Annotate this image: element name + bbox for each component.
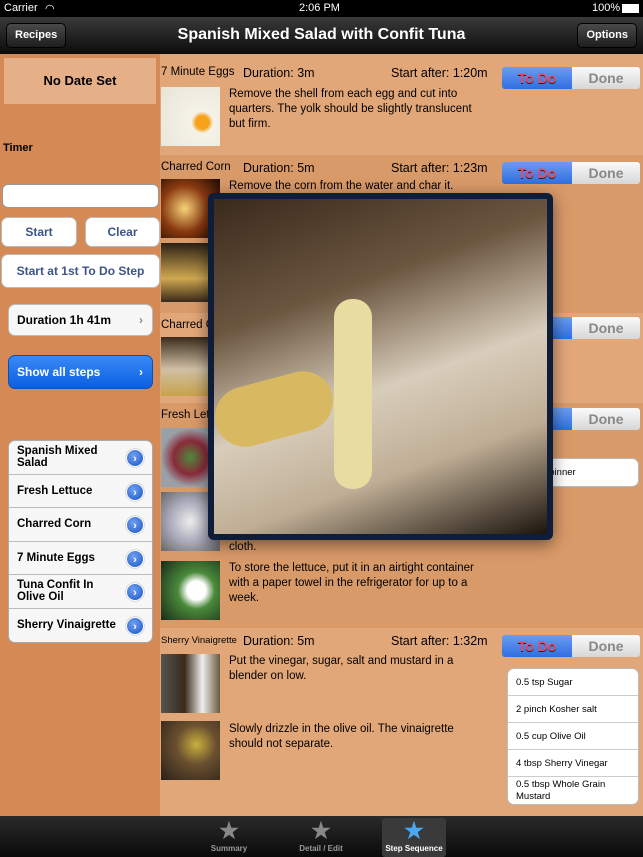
page-title: Spanish Mixed Salad with Confit Tuna bbox=[177, 26, 466, 43]
done-segment[interactable]: Done bbox=[572, 408, 640, 430]
chevron-right-icon: › bbox=[139, 365, 143, 379]
tab-label: Step Sequence bbox=[385, 844, 443, 853]
step-duration: Duration: 5m bbox=[243, 634, 315, 648]
step-text: Put the vinegar, sugar, salt and mustard… bbox=[229, 655, 454, 682]
recipe-item[interactable]: Charred Corn › bbox=[9, 508, 152, 542]
clear-button[interactable]: Clear bbox=[85, 217, 160, 247]
timer-input[interactable] bbox=[2, 184, 159, 208]
chevron-right-icon: › bbox=[139, 313, 143, 327]
show-all-steps-button[interactable]: Show all steps › bbox=[8, 355, 153, 389]
step-duration: Duration: 5m bbox=[243, 161, 315, 175]
step-text: To store the lettuce, put it in an airti… bbox=[229, 562, 474, 604]
battery-icon bbox=[622, 4, 639, 13]
recipe-item[interactable]: Fresh Lettuce › bbox=[9, 475, 152, 508]
recipe-item[interactable]: Spanish Mixed Salad › bbox=[9, 441, 152, 475]
status-toggle[interactable]: To Do Done bbox=[502, 635, 640, 657]
tab-summary[interactable]: ★ Summary bbox=[197, 818, 261, 857]
step-duration: Duration: 3m bbox=[243, 66, 315, 80]
step-text: Remove the corn from the water and char … bbox=[229, 180, 454, 192]
step-text: Remove the shell from each egg and cut i… bbox=[229, 88, 472, 130]
ingredient-item: 2 pinch Kosher salt bbox=[508, 696, 638, 723]
duration-label: Duration 1h 41m bbox=[17, 313, 112, 327]
ingredient-list: 0.5 tsp Sugar 2 pinch Kosher salt 0.5 cu… bbox=[507, 668, 639, 805]
timer-label: Timer bbox=[3, 142, 33, 154]
star-icon: ★ bbox=[404, 818, 424, 843]
step-photo[interactable] bbox=[161, 87, 220, 146]
corn-shape bbox=[334, 299, 372, 489]
recipe-label: Tuna Confit In Olive Oil bbox=[17, 579, 94, 604]
recipe-label: 7 Minute Eggs bbox=[17, 551, 95, 564]
duration-row[interactable]: Duration 1h 41m › bbox=[8, 304, 153, 336]
done-segment[interactable]: Done bbox=[572, 67, 640, 89]
todo-segment[interactable]: To Do bbox=[502, 67, 572, 89]
disclosure-icon[interactable]: › bbox=[126, 583, 144, 601]
ingredient-item: 0.5 tsp Sugar bbox=[508, 669, 638, 696]
date-label[interactable]: No Date Set bbox=[4, 58, 156, 104]
recipe-item[interactable]: Tuna Confit In Olive Oil › bbox=[9, 575, 152, 609]
star-icon: ★ bbox=[311, 818, 331, 843]
sidebar: No Date Set Timer Start Clear Start at 1… bbox=[0, 54, 160, 816]
wifi-icon: ◠ bbox=[45, 3, 55, 15]
status-toggle[interactable]: To Do Done bbox=[502, 67, 640, 89]
status-toggle[interactable]: To Do Done bbox=[502, 162, 640, 184]
disclosure-icon[interactable]: › bbox=[126, 449, 144, 467]
tab-label: Summary bbox=[210, 844, 248, 853]
step-text: cloth. bbox=[229, 541, 257, 553]
step-name: Charred Corn bbox=[161, 161, 231, 173]
tab-detail-edit[interactable]: ★ Detail / Edit bbox=[289, 818, 353, 857]
step-section: Sherry Vinaigrette Duration: 5m Start af… bbox=[160, 628, 643, 816]
todo-segment[interactable]: To Do bbox=[502, 635, 572, 657]
nav-bar: Recipes Spanish Mixed Salad with Confit … bbox=[0, 17, 643, 54]
step-start: Start after: 1:32m bbox=[391, 634, 488, 648]
step-photo[interactable] bbox=[161, 561, 220, 620]
recipe-item[interactable]: Sherry Vinaigrette › bbox=[9, 609, 152, 643]
disclosure-icon[interactable]: › bbox=[126, 516, 144, 534]
ingredient-item: 4 tbsp Sherry Vinegar bbox=[508, 750, 638, 777]
done-segment[interactable]: Done bbox=[572, 162, 640, 184]
options-button[interactable]: Options bbox=[577, 23, 637, 48]
tab-step-sequence[interactable]: ★ Step Sequence bbox=[382, 818, 446, 857]
todo-segment[interactable]: To Do bbox=[502, 162, 572, 184]
recipe-label: Fresh Lettuce bbox=[17, 484, 93, 497]
recipe-label: Charred Corn bbox=[17, 518, 92, 531]
recipe-label: Spanish Mixed Salad bbox=[17, 445, 98, 470]
step-start: Start after: 1:23m bbox=[391, 161, 488, 175]
enlarged-step-photo bbox=[214, 199, 547, 534]
start-first-todo-button[interactable]: Start at 1st To Do Step bbox=[1, 254, 160, 288]
recipe-list: Spanish Mixed Salad › Fresh Lettuce › Char… bbox=[8, 440, 153, 643]
recipe-label: Sherry Vinaigrette bbox=[17, 619, 116, 632]
disclosure-icon[interactable]: › bbox=[126, 549, 144, 568]
tab-bar: ★ Summary ★ Detail / Edit ★ Step Sequence bbox=[0, 816, 643, 857]
ingredient-item: 0.5 tbsp Whole Grain Mustard bbox=[516, 778, 606, 802]
step-name: 7 Minute Eggs bbox=[161, 66, 235, 78]
step-text: Slowly drizzle in the olive oil. The vin… bbox=[229, 723, 454, 750]
disclosure-icon[interactable]: › bbox=[126, 482, 144, 501]
step-start: Start after: 1:20m bbox=[391, 66, 488, 80]
tab-label: Detail / Edit bbox=[299, 844, 343, 853]
carrier: Carrier bbox=[4, 2, 38, 14]
show-all-label: Show all steps bbox=[17, 365, 101, 379]
star-icon: ★ bbox=[219, 818, 239, 843]
step-photo[interactable] bbox=[161, 654, 220, 713]
step-section: 7 Minute Eggs Duration: 3m Start after: … bbox=[160, 60, 643, 155]
done-segment[interactable]: Done bbox=[572, 635, 640, 657]
clock: 2:06 PM bbox=[299, 2, 340, 14]
step-photo[interactable] bbox=[161, 721, 220, 780]
disclosure-icon[interactable]: › bbox=[126, 616, 144, 635]
step-name: Sherry Vinaigrette bbox=[161, 635, 237, 646]
status-bar: Carrier ◠ 2:06 PM 100% bbox=[0, 0, 643, 17]
photo-popover[interactable] bbox=[208, 193, 553, 540]
start-button[interactable]: Start bbox=[1, 217, 77, 247]
corn-shape bbox=[214, 364, 340, 454]
ingredient-item: 0.5 cup Olive Oil bbox=[508, 723, 638, 750]
recipe-item[interactable]: 7 Minute Eggs › bbox=[9, 542, 152, 575]
done-segment[interactable]: Done bbox=[572, 317, 640, 339]
battery-level: 100% bbox=[592, 2, 621, 14]
